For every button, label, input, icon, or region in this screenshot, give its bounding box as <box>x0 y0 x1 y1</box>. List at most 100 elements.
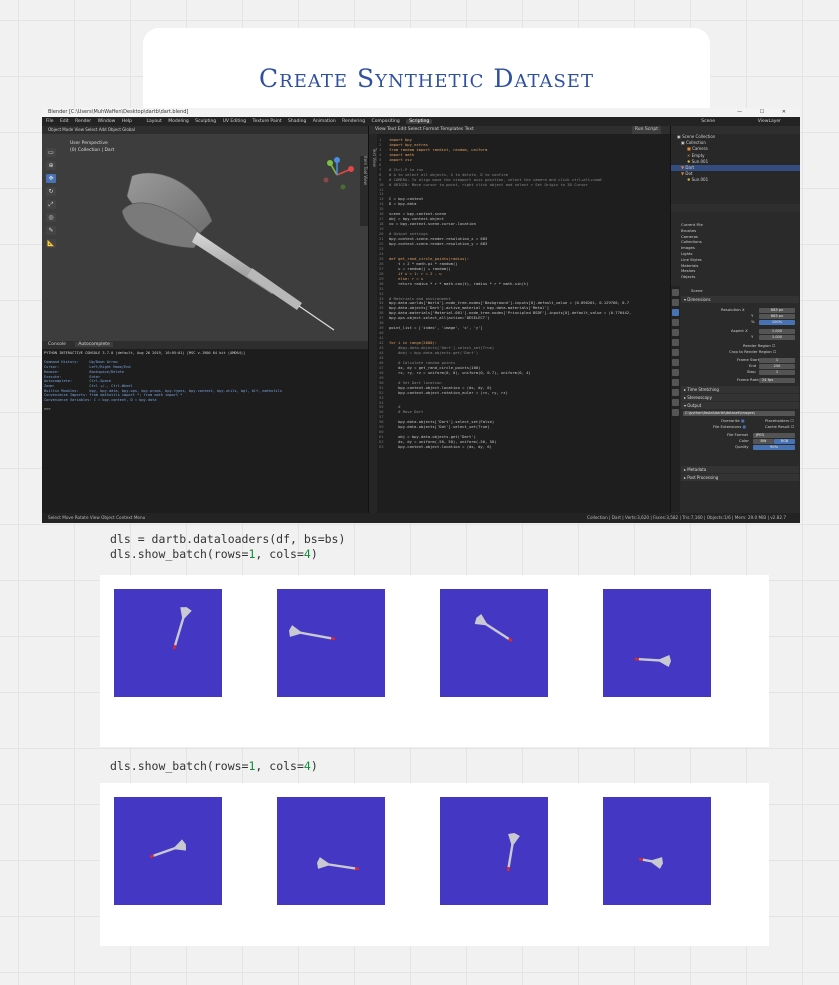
batch-output-1 <box>100 575 769 747</box>
tab-shading[interactable]: Shading <box>288 119 306 124</box>
text-editor-side-tabs[interactable]: Text View <box>369 134 377 513</box>
console-line: Execute: Enter <box>44 374 101 379</box>
window-controls[interactable]: — ☐ ✕ <box>737 108 794 117</box>
time-stretching-panel[interactable]: ▸ Time Stretching <box>681 386 799 393</box>
annotate-icon[interactable]: ✎ <box>46 226 56 235</box>
menu-window[interactable]: Window <box>98 119 116 124</box>
constraints-tab-icon[interactable] <box>672 389 679 396</box>
output-tab-icon[interactable] <box>672 309 679 316</box>
blend-file-list: Current File Brushes Cameras Collections… <box>681 222 799 280</box>
resolution-percent-slider[interactable]: 100% <box>759 320 795 325</box>
color-bw-button[interactable]: BW <box>753 439 774 444</box>
cursor-icon[interactable]: ⊕ <box>46 161 56 170</box>
console-prompt[interactable]: >>> <box>44 407 53 411</box>
code-text: bpy.context.object.rotation_euler = (rx,… <box>389 389 508 395</box>
status-bar: Select Move Rotate View Object Context M… <box>42 513 800 523</box>
outliner[interactable]: ▣ Scene Collection ▣ Collection ■ Camera… <box>670 126 800 204</box>
tab-rendering[interactable]: Rendering <box>342 119 365 124</box>
code-area[interactable]: 1 import bpy 2 import bpy_extras 3 from rando… <box>379 137 631 450</box>
console-line: Autocomplete: Ctrl-Space <box>44 379 112 384</box>
transform-icon[interactable]: ◎ <box>46 213 56 222</box>
code-text: #obj = bpy.data.objects.get('Dart') <box>389 349 479 355</box>
python-console[interactable]: Console Autocomplete PYTHON INTERACTIVE … <box>42 341 368 513</box>
menu-edit[interactable]: Edit <box>60 119 69 124</box>
quality-slider[interactable]: 90% <box>753 445 795 450</box>
data-tab-icon[interactable] <box>672 399 679 406</box>
modifier-tab-icon[interactable] <box>672 359 679 366</box>
particles-tab-icon[interactable] <box>672 369 679 376</box>
post-processing-panel[interactable]: ▸ Post Processing <box>681 474 799 481</box>
3d-viewport[interactable]: Object Mode View Select Add Object Globa… <box>42 126 368 341</box>
batch-image <box>114 797 222 905</box>
properties-editor[interactable]: Current File Brushes Cameras Collections… <box>670 204 800 513</box>
text-editor[interactable]: View Text Edit Select Format Templates T… <box>368 126 671 513</box>
frame-rate-dropdown[interactable]: 24 fps <box>759 378 795 383</box>
view-layer-selector[interactable]: ViewLayer <box>758 117 781 126</box>
view-layer-tab-icon[interactable] <box>672 319 679 326</box>
output-path-field[interactable]: C:\python\fastai\dartb\dataset\images\ <box>683 411 795 416</box>
frame-rate-label: Frame Rate <box>737 377 759 382</box>
output-panel-header[interactable]: ▾ Output <box>681 402 799 409</box>
notebook-cell-1[interactable]: dls = dartb.dataloaders(df, bs=bs) dls.s… <box>110 532 345 562</box>
file-list-item[interactable]: Objects <box>681 274 799 280</box>
aspect-y-field[interactable]: 1.000 <box>759 335 795 340</box>
tab-modeling[interactable]: Modeling <box>168 119 188 124</box>
menu-render[interactable]: Render <box>75 119 91 124</box>
move-icon[interactable]: ✥ <box>46 174 56 183</box>
aspect-x-field[interactable]: 1.000 <box>759 329 795 334</box>
text-editor-menus[interactable]: View Text Edit Select Format Templates T… <box>375 127 474 132</box>
notebook-cell-2[interactable]: dls.show_batch(rows=1, cols=4) <box>110 759 318 774</box>
console-line: Cursor: Left/Right Home/End <box>44 365 131 370</box>
file-extensions-checkbox[interactable]: File Extensions ■ <box>713 424 746 430</box>
tab-layout[interactable]: Layout <box>146 119 161 124</box>
dimensions-panel-header[interactable]: ▾ Dimensions <box>681 296 799 303</box>
scale-icon[interactable]: ⤢ <box>46 200 56 209</box>
autocomplete-button[interactable]: Autocomplete <box>75 342 113 347</box>
tab-animation[interactable]: Animation <box>313 119 336 124</box>
outliner-row[interactable]: ✹ Sun.001 <box>671 177 800 183</box>
quality-label: Quality <box>735 444 749 449</box>
material-tab-icon[interactable] <box>672 409 679 416</box>
resolution-x-field[interactable]: 683 px <box>759 308 795 313</box>
menu-file[interactable]: File <box>46 119 54 124</box>
physics-tab-icon[interactable] <box>672 379 679 386</box>
frame-step-field[interactable]: 1 <box>759 370 795 375</box>
color-rgb-button[interactable]: RGB <box>774 439 795 444</box>
blender-titlebar: Blender [C:\Users\MuhWaffen\Desktop\dart… <box>42 108 800 117</box>
tab-scripting[interactable]: Scripting <box>406 119 433 124</box>
tab-sculpting[interactable]: Sculpting <box>195 119 216 124</box>
aspect-y-label: Y <box>751 334 754 339</box>
run-script-button[interactable]: Run Script <box>631 126 661 134</box>
outliner-header <box>671 126 800 134</box>
code-line[interactable]: 63 bpy.context.object.location = (dx, dy… <box>379 444 631 450</box>
file-format-dropdown[interactable]: JPEG <box>753 433 795 438</box>
crop-checkbox[interactable]: Crop to Render Region ☐ <box>729 349 776 355</box>
scene-selector[interactable]: Scene <box>701 117 715 126</box>
line-number: 63 <box>379 444 384 450</box>
tab-texture-paint[interactable]: Texture Paint <box>253 119 282 124</box>
select-box-icon[interactable]: ▭ <box>46 148 56 157</box>
tool-tab-icon[interactable] <box>672 289 679 296</box>
scene-tab-icon[interactable] <box>672 329 679 336</box>
tab-compositing[interactable]: Compositing <box>372 119 400 124</box>
render-tab-icon[interactable] <box>672 299 679 306</box>
world-tab-icon[interactable] <box>672 339 679 346</box>
frame-end-field[interactable]: 250 <box>759 364 795 369</box>
resolution-y-field[interactable]: 683 px <box>759 314 795 319</box>
stereoscopy-panel[interactable]: ▸ Stereoscopy <box>681 394 799 401</box>
rotate-icon[interactable]: ↻ <box>46 187 56 196</box>
tab-uv-editing[interactable]: UV Editing <box>223 119 246 124</box>
metadata-panel[interactable]: ▸ Metadata <box>681 466 799 473</box>
code-text: bpy.ops.object.select_all(action='DESELE… <box>389 315 490 321</box>
object-tab-icon[interactable] <box>672 349 679 356</box>
blender-menubar: File Edit Render Window Help Layout Mode… <box>42 117 800 126</box>
npanel-tabs[interactable]: Item Tool View <box>360 156 368 226</box>
viewport-header[interactable]: Object Mode View Select Add Object Globa… <box>42 126 368 134</box>
menu-help[interactable]: Help <box>122 119 132 124</box>
measure-icon[interactable]: 📐 <box>46 239 56 248</box>
viewport-perspective: User Perspective <box>70 141 108 146</box>
cache-result-checkbox[interactable]: Cache Result ☐ <box>765 424 794 430</box>
console-tab[interactable]: Console <box>48 342 66 347</box>
frame-start-field[interactable]: 1 <box>759 358 795 363</box>
aspect-x-label: Aspect X <box>731 328 748 333</box>
